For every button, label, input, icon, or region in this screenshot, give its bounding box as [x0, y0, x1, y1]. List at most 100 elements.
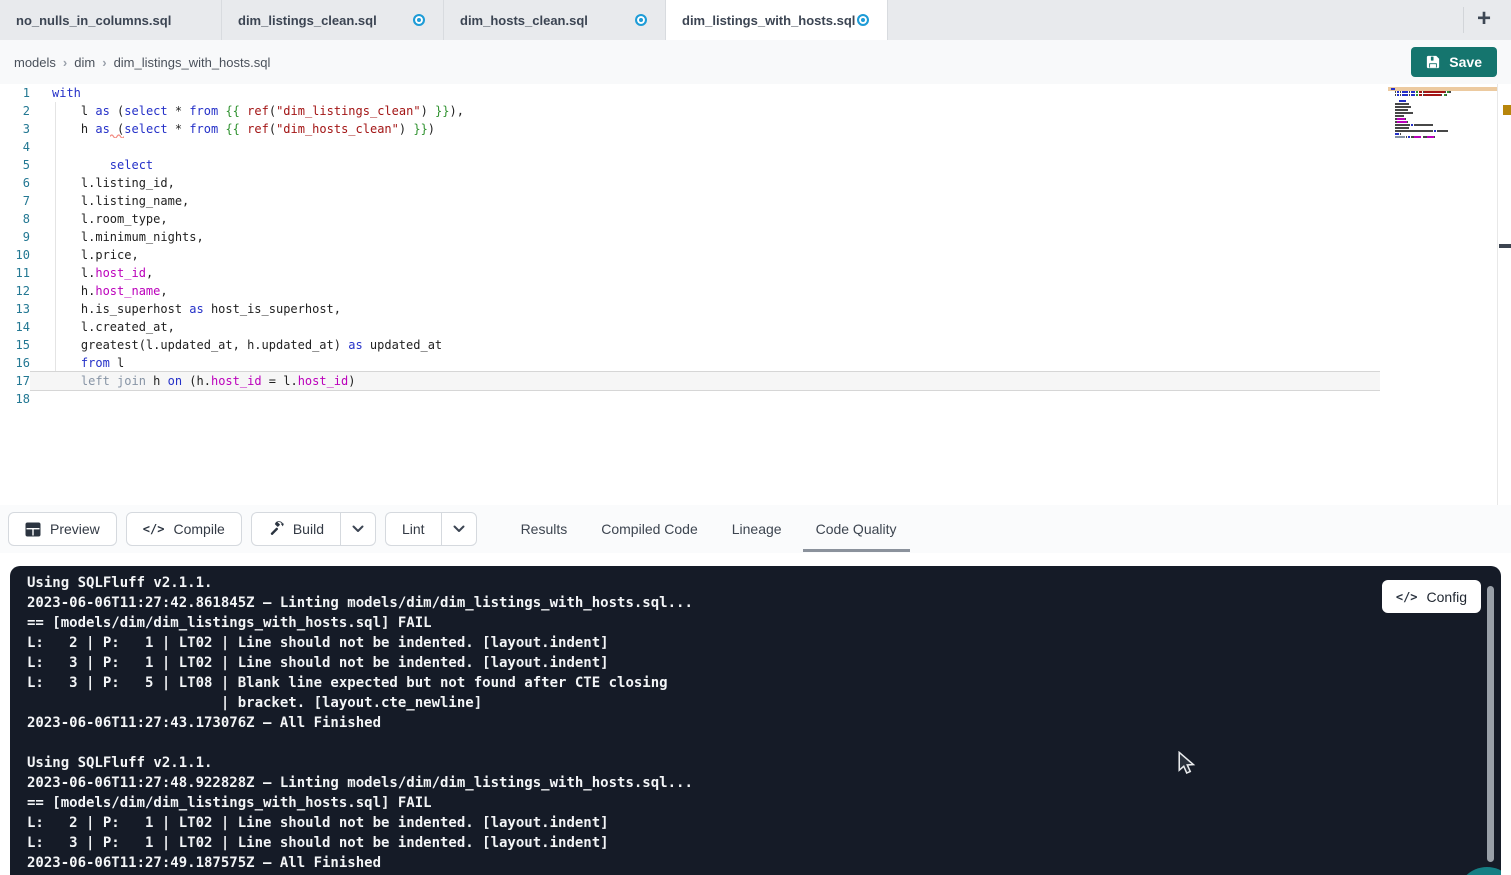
minimap-token	[1395, 133, 1399, 135]
tab-no-nulls-in-columns[interactable]: no_nulls_in_columns.sql	[0, 0, 222, 40]
code-line-8[interactable]: 8 l.room_type,	[0, 210, 1388, 228]
compile-button[interactable]: </> Compile	[126, 512, 242, 546]
code-text: with	[30, 84, 1380, 102]
tab-results[interactable]: Results	[521, 515, 568, 543]
terminal-line: 2023-06-06T11:27:43.173076Z — All Finish…	[27, 713, 1501, 733]
code-line-11[interactable]: 11 l.host_id,	[0, 264, 1388, 282]
save-button[interactable]: Save	[1411, 47, 1497, 77]
minimap-token	[1395, 124, 1410, 126]
minimap-token	[1391, 88, 1395, 90]
breadcrumb-dim[interactable]: dim	[74, 55, 95, 70]
code-icon: </>	[143, 522, 165, 536]
tab-lineage[interactable]: Lineage	[732, 515, 782, 543]
config-button[interactable]: </> Config	[1382, 580, 1481, 613]
line-number: 18	[0, 390, 30, 408]
minimap-token	[1395, 115, 1403, 117]
line-number: 8	[0, 210, 30, 228]
code-line-14[interactable]: 14 l.created_at,	[0, 318, 1388, 336]
code-line-9[interactable]: 9 l.minimum_nights,	[0, 228, 1388, 246]
editor-tab-bar: no_nulls_in_columns.sql dim_listings_cle…	[0, 0, 1511, 40]
minimap-token	[1402, 91, 1408, 93]
breadcrumb-models[interactable]: models	[14, 55, 56, 70]
code-line-5[interactable]: 5 select	[0, 156, 1388, 174]
code-text: l.listing_id,	[30, 174, 1380, 192]
line-number: 1	[0, 84, 30, 102]
lint-warning-squiggle-icon	[110, 133, 124, 138]
minimap-token	[1399, 100, 1405, 102]
line-number: 6	[0, 174, 30, 192]
result-tab-bar: Results Compiled Code Lineage Code Quali…	[521, 515, 897, 543]
config-label: Config	[1427, 589, 1467, 605]
minimap-token	[1395, 112, 1413, 114]
minimap-token	[1445, 91, 1446, 93]
build-button[interactable]: Build	[251, 512, 340, 546]
minimap-token	[1395, 130, 1433, 132]
minimap-token	[1395, 136, 1404, 138]
code-line-18[interactable]: 18	[0, 390, 1388, 408]
tab-code-quality[interactable]: Code Quality	[816, 515, 897, 543]
minimap-token	[1397, 118, 1404, 120]
minimap-token	[1434, 130, 1436, 132]
modified-dot-icon	[857, 14, 869, 26]
tab-label: Compiled Code	[601, 521, 698, 537]
terminal-line: == [models/dim/dim_listings_with_hosts.s…	[27, 613, 1501, 633]
code-line-16[interactable]: 16 from l	[0, 354, 1388, 372]
code-line-7[interactable]: 7 l.listing_name,	[0, 192, 1388, 210]
overview-ruler[interactable]	[1497, 84, 1511, 505]
code-line-15[interactable]: 15 greatest(l.updated_at, h.updated_at) …	[0, 336, 1388, 354]
chevron-down-icon	[453, 525, 465, 533]
lint-dropdown-button[interactable]	[441, 512, 477, 546]
code-line-17[interactable]: 17 left join h on (h.host_id = l.host_id…	[0, 372, 1388, 390]
code-line-6[interactable]: 6 l.listing_id,	[0, 174, 1388, 192]
lint-output-terminal[interactable]: Using SQLFluff v2.1.1.2023-06-06T11:27:4…	[10, 566, 1501, 875]
minimap-token	[1402, 94, 1408, 96]
tab-label: dim_listings_with_hosts.sql	[682, 13, 855, 28]
code-line-3[interactable]: 3 h as (select * from {{ ref("dim_hosts_…	[0, 120, 1388, 138]
terminal-line: 2023-06-06T11:27:42.861845Z — Linting mo…	[27, 593, 1501, 613]
code-line-10[interactable]: 10 l.price,	[0, 246, 1388, 264]
code-line-1[interactable]: 1with	[0, 84, 1388, 102]
minimap-token	[1409, 94, 1410, 96]
terminal-scrollbar[interactable]	[1487, 586, 1494, 862]
tab-dim-listings-with-hosts[interactable]: dim_listings_with_hosts.sql	[666, 0, 888, 40]
minimap-token	[1411, 94, 1415, 96]
code-text: l.price,	[30, 246, 1380, 264]
build-dropdown-button[interactable]	[340, 512, 376, 546]
code-text: l.host_id,	[30, 264, 1380, 282]
new-tab-button[interactable]: +	[1469, 4, 1499, 34]
line-number: 14	[0, 318, 30, 336]
editor-lines: 1with2 l as (select * from {{ ref("dim_l…	[0, 84, 1388, 408]
code-text: l.listing_name,	[30, 192, 1380, 210]
line-number: 7	[0, 192, 30, 210]
minimap-token	[1407, 121, 1408, 123]
line-number: 16	[0, 354, 30, 372]
line-number: 11	[0, 264, 30, 282]
minimap-token	[1414, 124, 1433, 126]
preview-button[interactable]: Preview	[8, 512, 117, 546]
terminal-line: == [models/dim/dim_listings_with_hosts.s…	[27, 793, 1501, 813]
tab-dim-hosts-clean[interactable]: dim_hosts_clean.sql	[444, 0, 666, 40]
breadcrumb-file[interactable]: dim_listings_with_hosts.sql	[114, 55, 271, 70]
code-line-13[interactable]: 13 h.is_superhost as host_is_superhost,	[0, 300, 1388, 318]
tab-dim-listings-clean[interactable]: dim_listings_clean.sql	[222, 0, 444, 40]
terminal-line: | bracket. [layout.cte_newline]	[27, 693, 1501, 713]
lint-button[interactable]: Lint	[385, 512, 441, 546]
terminal-line	[27, 733, 1501, 753]
code-line-4[interactable]: 4	[0, 138, 1388, 156]
line-number: 4	[0, 138, 30, 156]
code-line-12[interactable]: 12 h.host_name,	[0, 282, 1388, 300]
code-line-2[interactable]: 2 l as (select * from {{ ref("dim_listin…	[0, 102, 1388, 120]
code-editor[interactable]: 1with2 l as (select * from {{ ref("dim_l…	[0, 84, 1388, 505]
modified-dot-icon	[635, 14, 647, 26]
editor-minimap[interactable]	[1388, 84, 1497, 505]
lint-split-button: Lint	[385, 512, 477, 546]
tab-compiled-code[interactable]: Compiled Code	[601, 515, 698, 543]
code-text: l.created_at,	[30, 318, 1380, 336]
breadcrumb-separator: ›	[102, 55, 106, 70]
tab-label: dim_hosts_clean.sql	[460, 13, 588, 28]
code-text: h.host_name,	[30, 282, 1380, 300]
line-number: 2	[0, 102, 30, 120]
build-label: Build	[293, 521, 324, 537]
terminal-line: L: 3 | P: 5 | LT08 | Blank line expected…	[27, 673, 1501, 693]
compile-label: Compile	[173, 521, 224, 537]
